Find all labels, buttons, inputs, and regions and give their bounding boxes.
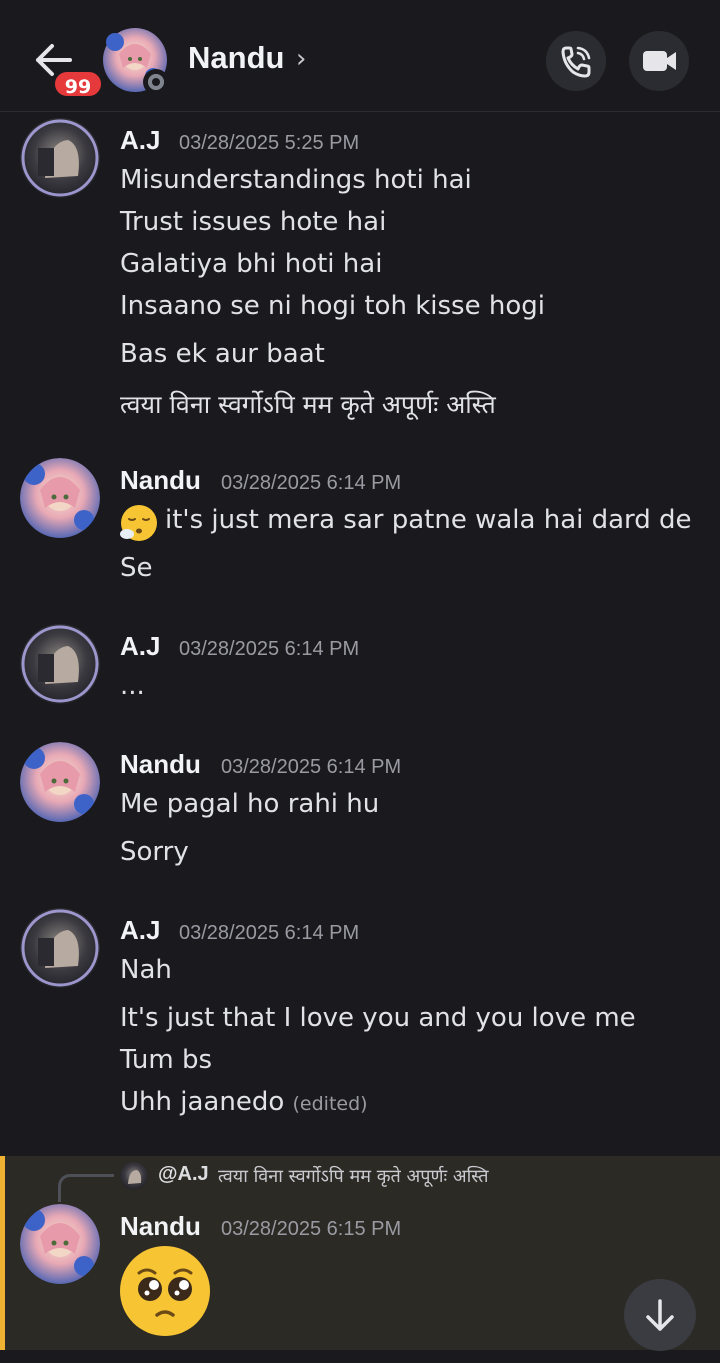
status-offline-icon (143, 69, 169, 95)
edited-label: (edited) (292, 1093, 368, 1115)
reply-author-avatar[interactable] (120, 1162, 148, 1190)
author-name[interactable]: A.J (120, 631, 160, 662)
message-text: ... (120, 671, 145, 701)
message-text: Insaano se ni hogi toh kisse hogi (120, 291, 545, 321)
message-text: Trust issues hote hai (120, 207, 387, 237)
author-name[interactable]: A.J (120, 125, 160, 156)
message-text: त्वया विना स्वर्गोऽपि मम कृते अपूर्णः अस… (120, 390, 496, 419)
video-call-button[interactable] (629, 31, 689, 91)
author-avatar[interactable] (20, 118, 100, 198)
message-text: Me pagal ho rahi hu (120, 789, 380, 819)
message-text: Bas ek aur baat (120, 339, 325, 369)
message-timestamp: 03/28/2025 6:15 PM (221, 1218, 402, 1240)
message-text: Misunderstandings hoti hai (120, 165, 472, 195)
jump-to-latest-button[interactable] (624, 1279, 696, 1351)
author-avatar[interactable] (20, 908, 100, 988)
exhaling-face-emoji-icon (120, 504, 158, 542)
reply-preview-text[interactable]: त्वया विना स्वर्गोऽपि मम कृते अपूर्णः अस… (218, 1164, 489, 1188)
author-name[interactable]: Nandu (120, 1211, 201, 1242)
message-text: Sorry (120, 837, 189, 867)
message-text-content: Uhh jaanedo (120, 1087, 285, 1117)
author-avatar[interactable] (20, 458, 100, 538)
voice-call-button[interactable] (546, 31, 606, 91)
message-timestamp: 03/28/2025 6:14 PM (179, 922, 360, 944)
author-name[interactable]: Nandu (120, 749, 201, 780)
message-timestamp: 03/28/2025 5:25 PM (179, 132, 360, 154)
author-avatar[interactable] (20, 624, 100, 704)
reply-connector (58, 1174, 114, 1202)
message-timestamp: 03/28/2025 6:14 PM (221, 472, 402, 494)
message-text: Nah (120, 955, 172, 985)
author-name[interactable]: A.J (120, 915, 160, 946)
message-text: Galatiya bhi hoti hai (120, 249, 383, 279)
author-avatar[interactable] (20, 742, 100, 822)
unread-count-badge: 99 (52, 69, 104, 99)
message-text: Uhh jaanedo (edited) (120, 1087, 368, 1117)
pleading-face-emoji-icon (119, 1245, 211, 1337)
author-avatar[interactable] (20, 1204, 100, 1284)
message-text: It's just that I love you and you love m… (120, 1003, 636, 1033)
message-text: Tum bs (120, 1045, 213, 1075)
message-timestamp: 03/28/2025 6:14 PM (221, 756, 402, 778)
reply-mention[interactable]: @A.J (158, 1163, 209, 1186)
author-name[interactable]: Nandu (120, 465, 201, 496)
message-text: Se (120, 553, 153, 583)
phone-icon (561, 46, 591, 78)
message-timestamp: 03/28/2025 6:14 PM (179, 638, 360, 660)
contact-name[interactable]: Nandu (188, 40, 284, 76)
arrow-down-icon (646, 1299, 674, 1331)
video-camera-icon (643, 51, 676, 71)
message-text: it's just mera sar patne wala hai dard d… (165, 505, 692, 535)
chevron-right-icon[interactable]: › (296, 44, 306, 74)
chat-header: 99 Nandu › (0, 0, 720, 112)
